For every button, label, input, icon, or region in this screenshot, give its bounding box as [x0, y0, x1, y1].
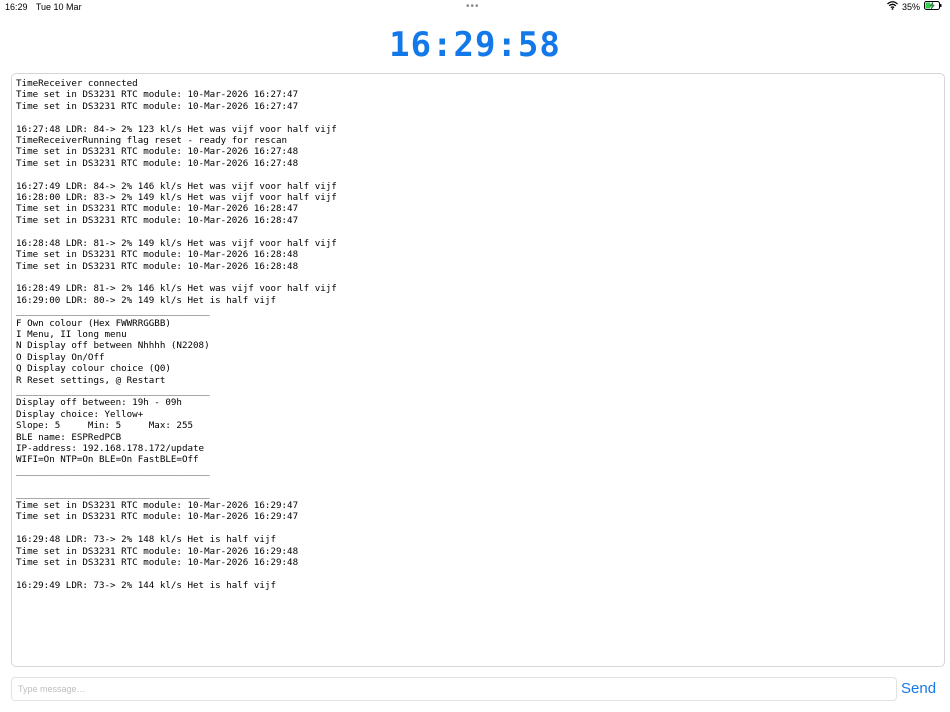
log-line: 16:28:00 LDR: 83-> 2% 149 kl/s Het was v… [16, 192, 337, 204]
log-line: O Display On/Off [16, 351, 105, 363]
log-line: N Display off between Nhhhh (N2208) [16, 340, 210, 352]
message-input-row: Send [11, 677, 950, 701]
log-line: Time set in DS3231 RTC module: 10-Mar-20… [16, 100, 299, 112]
log-line: Time set in DS3231 RTC module: 10-Mar-20… [16, 249, 299, 261]
log-line: Time set in DS3231 RTC module: 10-Mar-20… [16, 157, 299, 169]
send-button[interactable]: Send [901, 677, 936, 701]
log-line: 16:29:00 LDR: 80-> 2% 149 kl/s Het is ha… [16, 294, 276, 306]
serial-log-text: TimeReceiver connected Time set in DS323… [12, 74, 944, 595]
log-line: Display off between: 19h - 09h [16, 397, 182, 409]
battery-charging-icon [924, 0, 942, 14]
log-line: 16:29:49 LDR: 73-> 2% 144 kl/s Het is ha… [16, 579, 276, 591]
log-line: Display choice: Yellow+ [16, 408, 144, 420]
log-line: 16:29:48 LDR: 73-> 2% 148 kl/s Het is ha… [16, 534, 276, 546]
log-line: Time set in DS3231 RTC module: 10-Mar-20… [16, 89, 299, 101]
status-date: Tue 10 Mar [35, 2, 82, 12]
status-bar: 16:29 Tue 10 Mar ••• 35% [0, 0, 950, 14]
message-input[interactable] [11, 677, 897, 701]
status-right: 35% [887, 0, 942, 14]
log-line: ___________________________________ [16, 306, 210, 318]
log-line: Time set in DS3231 RTC module: 10-Mar-20… [16, 146, 299, 158]
wifi-icon [887, 0, 898, 14]
log-line: 16:27:49 LDR: 84-> 2% 146 kl/s Het was v… [16, 180, 337, 192]
log-line: Time set in DS3231 RTC module: 10-Mar-20… [16, 214, 299, 226]
log-line: Slope: 5 Min: 5 Max: 255 [16, 420, 194, 432]
log-line: Time set in DS3231 RTC module: 10-Mar-20… [16, 545, 299, 557]
log-line: ___________________________________ [16, 465, 210, 477]
log-line: I Menu, II long menu [16, 328, 127, 340]
log-line: R Reset settings, @ Restart [16, 374, 166, 386]
log-line: Time set in DS3231 RTC module: 10-Mar-20… [16, 557, 299, 569]
status-time: 16:29 [5, 2, 28, 12]
digital-clock: 16:29:58 [389, 25, 561, 65]
status-left: 16:29 Tue 10 Mar [5, 0, 88, 14]
log-line: 16:28:49 LDR: 81-> 2% 146 kl/s Het was v… [16, 283, 337, 295]
log-line: ___________________________________ [16, 488, 210, 500]
log-line: Time set in DS3231 RTC module: 10-Mar-20… [16, 260, 299, 272]
log-line: 16:27:48 LDR: 84-> 2% 123 kl/s Het was v… [16, 123, 337, 135]
serial-log-view[interactable]: TimeReceiver connected Time set in DS323… [11, 73, 945, 667]
log-line: Time set in DS3231 RTC module: 10-Mar-20… [16, 511, 299, 523]
battery-percent: 35% [901, 2, 920, 12]
log-line: F Own colour (Hex FWWRRGGBB) [16, 317, 171, 329]
log-line: TimeReceiver connected [16, 78, 138, 89]
multitasking-dots-icon[interactable]: ••• [466, 0, 480, 14]
log-line: TimeReceiverRunning flag reset - ready f… [16, 135, 288, 147]
log-line: ___________________________________ [16, 385, 210, 397]
log-line: Q Display colour choice (Q0) [16, 363, 171, 375]
log-line: WIFI=On NTP=On BLE=On FastBLE=Off [16, 454, 199, 466]
log-line: Time set in DS3231 RTC module: 10-Mar-20… [16, 203, 299, 215]
log-line: IP-address: 192.168.178.172/update [16, 443, 205, 454]
log-line: BLE name: ESPRedPCB [16, 431, 122, 443]
log-line: Time set in DS3231 RTC module: 10-Mar-20… [16, 500, 299, 512]
log-line: 16:28:48 LDR: 81-> 2% 149 kl/s Het was v… [16, 237, 337, 249]
